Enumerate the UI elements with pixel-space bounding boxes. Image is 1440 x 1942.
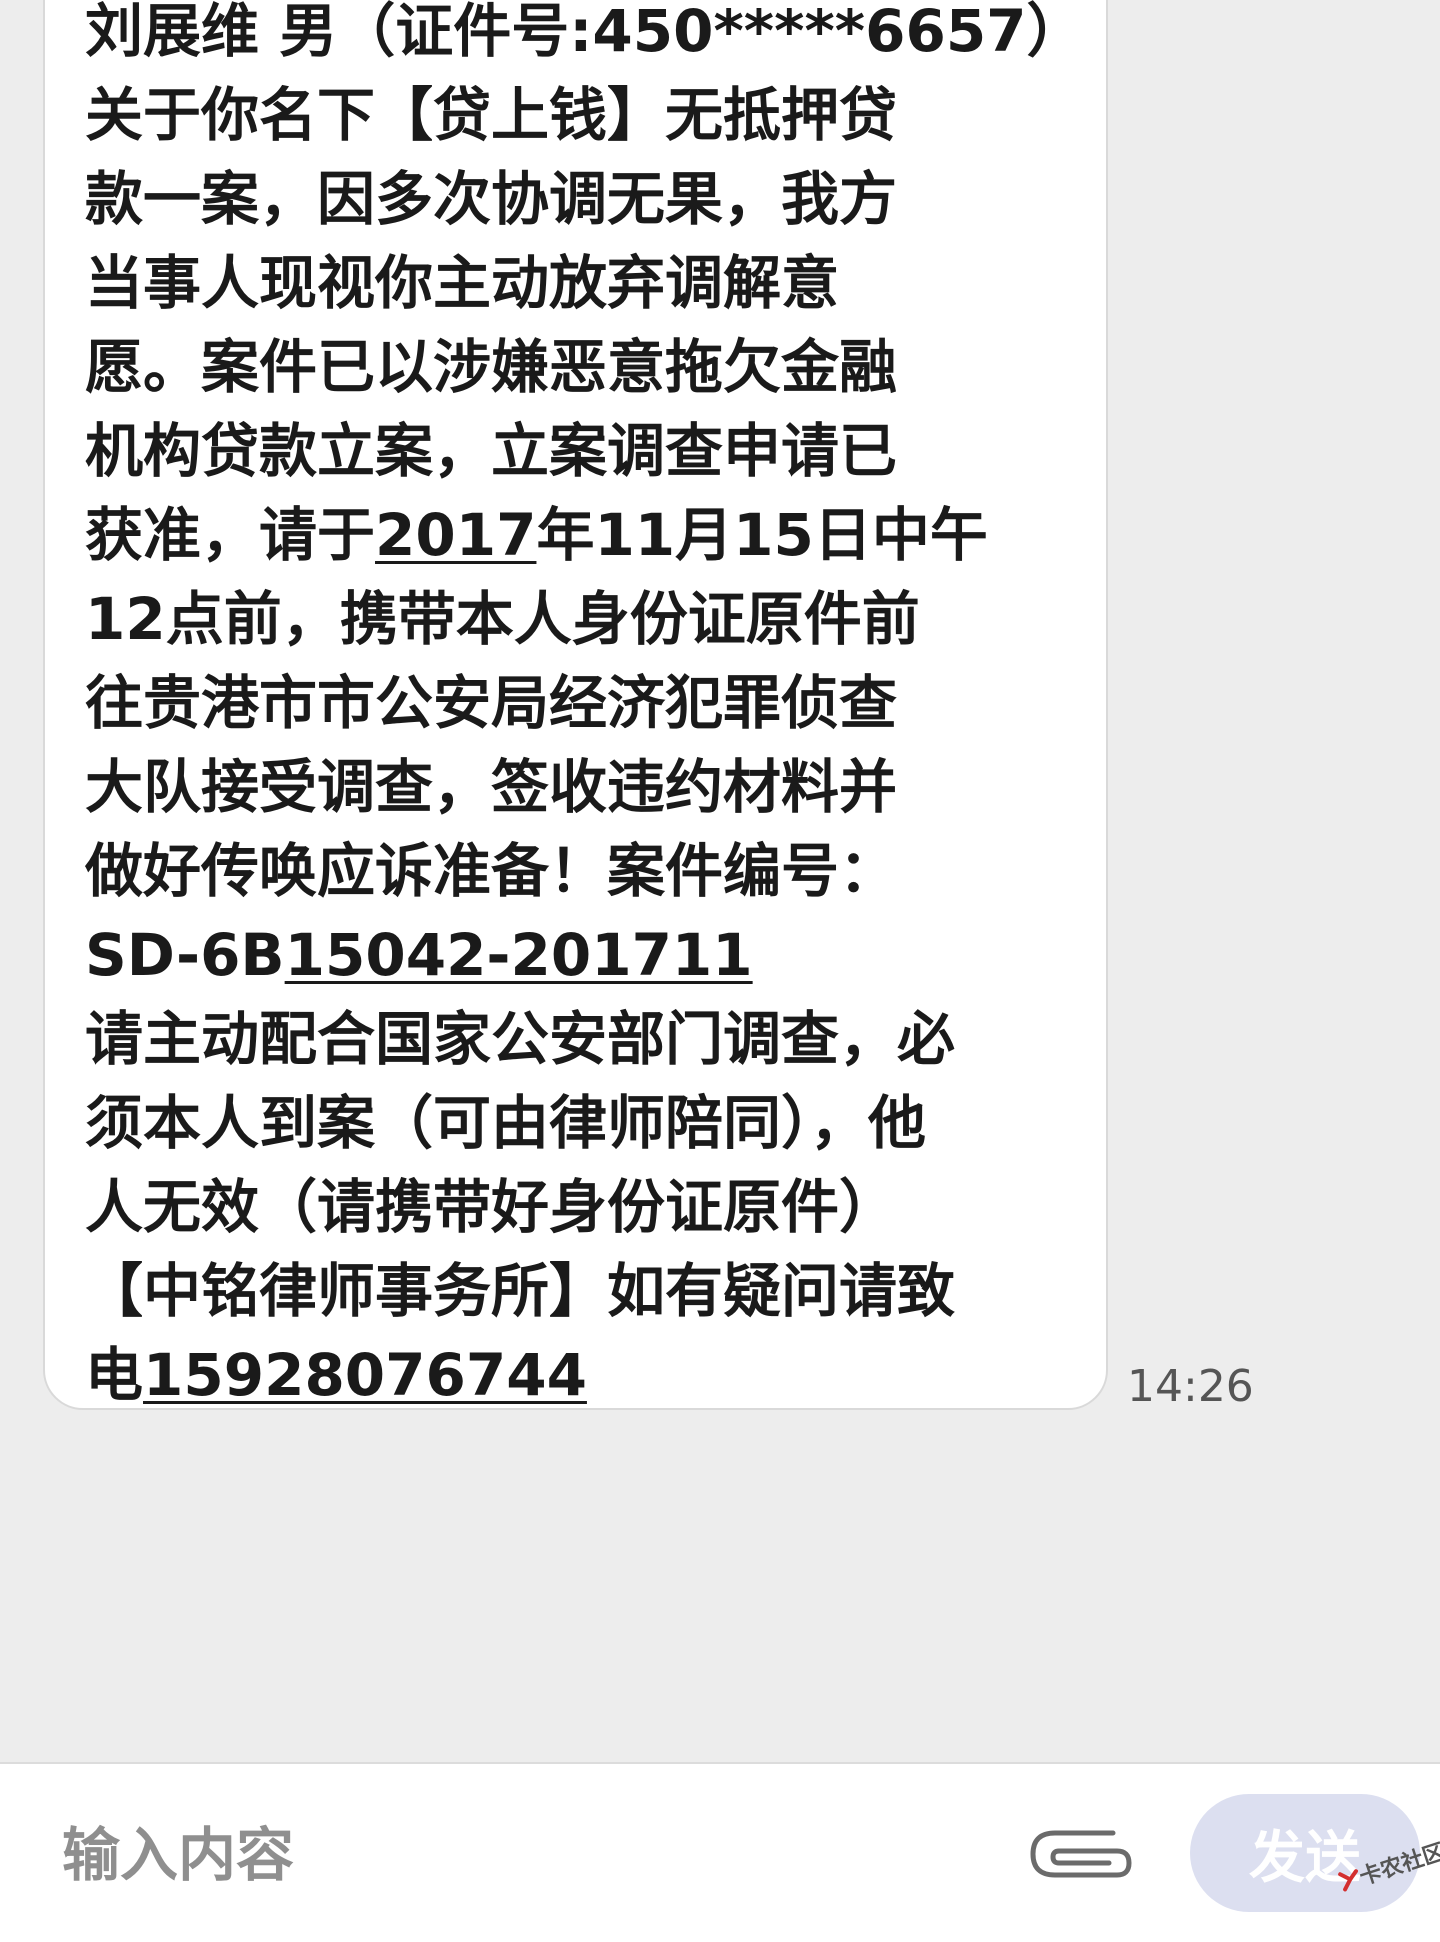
message-line-text: 人无效（请携带好身份证原件）	[85, 1173, 898, 1241]
message-line: 电15928076744	[85, 1333, 1095, 1409]
message-line-text: 须本人到案（可由律师陪同），他	[85, 1089, 927, 1157]
message-line: 获准，请于2017年11月15日中午	[85, 493, 1095, 577]
message-text: 刘展维 男（证件号:450*****6657） 关于你名下【贷上钱】无抵押贷 款…	[85, 0, 1095, 1409]
message-line-text: 当事人现视你主动放弃调解意	[85, 249, 840, 317]
phone-prefix: 电	[85, 1341, 144, 1409]
paperclip-icon[interactable]	[1025, 1819, 1135, 1889]
chat-screen: 刘展维 男（证件号:450*****6657） 关于你名下【贷上钱】无抵押贷 款…	[0, 0, 1440, 1942]
message-input[interactable]	[60, 1804, 964, 1906]
message-line-text: 往贵港市市公安局经济犯罪侦查	[85, 669, 898, 737]
message-line-text: 关于你名下【贷上钱】无抵押贷	[85, 81, 898, 149]
message-line-text: 做好传唤应诉准备！案件编号：	[85, 837, 898, 905]
message-line: 当事人现视你主动放弃调解意	[85, 241, 1095, 325]
message-line: 往贵港市市公安局经济犯罪侦查	[85, 661, 1095, 745]
message-line: 请主动配合国家公安部门调查，必	[85, 997, 1095, 1081]
case-number-link[interactable]: 15042-201711	[285, 921, 753, 989]
year-link[interactable]: 2017	[375, 501, 536, 569]
message-timestamp: 14:26	[1127, 1361, 1254, 1412]
message-line: 须本人到案（可由律师陪同），他	[85, 1081, 1095, 1165]
message-line: 人无效（请携带好身份证原件）	[85, 1165, 1095, 1249]
message-line-text: 12点前，携带本人身份证原件前	[85, 585, 920, 653]
message-line-text: 【中铭律师事务所】如有疑问请致	[85, 1257, 956, 1325]
message-line: 刘展维 男（证件号:450*****6657）	[85, 0, 1095, 73]
message-line: 大队接受调查，签收违约材料并	[85, 745, 1095, 829]
message-line: 12点前，携带本人身份证原件前	[85, 577, 1095, 661]
message-line-text: 大队接受调查，签收违约材料并	[85, 753, 898, 821]
message-line-text: 请主动配合国家公安部门调查，必	[85, 1005, 956, 1073]
message-line: 【中铭律师事务所】如有疑问请致	[85, 1249, 1095, 1333]
message-bubble[interactable]: 刘展维 男（证件号:450*****6657） 关于你名下【贷上钱】无抵押贷 款…	[43, 0, 1108, 1410]
message-line-text: 愿。案件已以涉嫌恶意拖欠金融	[85, 333, 898, 401]
message-line: 机构贷款立案，立案调查申请已	[85, 409, 1095, 493]
message-line-text: 款一案，因多次协调无果，我方	[85, 165, 898, 233]
message-line-text: 获准，请于	[85, 501, 376, 569]
message-line: 关于你名下【贷上钱】无抵押贷	[85, 73, 1095, 157]
message-line: SD-6B15042-201711	[85, 913, 1095, 997]
compose-bar: 发送	[0, 1762, 1440, 1942]
message-line-text: 机构贷款立案，立案调查申请已	[85, 417, 898, 485]
case-number-prefix: SD-6B	[85, 921, 285, 989]
message-line: 做好传唤应诉准备！案件编号：	[85, 829, 1095, 913]
message-line: 愿。案件已以涉嫌恶意拖欠金融	[85, 325, 1095, 409]
phone-number-link[interactable]: 15928076744	[143, 1341, 587, 1408]
message-line-text: 年11月15日中午	[536, 501, 988, 569]
message-line-text: 刘展维 男（证件号:450*****6657）	[85, 0, 1085, 65]
message-line: 款一案，因多次协调无果，我方	[85, 157, 1095, 241]
